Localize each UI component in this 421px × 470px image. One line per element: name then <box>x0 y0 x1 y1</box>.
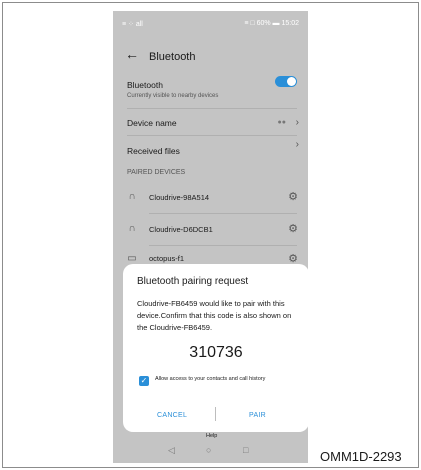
paired-device-row[interactable]: ∩ Cloudrive-98A514 ⚙ <box>113 187 308 213</box>
device-name-row[interactable]: Device name ●● › <box>113 109 308 137</box>
cancel-button[interactable]: CANCEL <box>157 412 187 419</box>
headphones-icon: ∩ <box>128 191 136 202</box>
device-name-value: ●● <box>277 119 286 126</box>
nav-home-icon[interactable]: ○ <box>206 445 211 455</box>
back-arrow-icon[interactable]: ← <box>125 46 139 62</box>
pairing-dialog: Bluetooth pairing request Cloudrive-FB64… <box>123 264 309 432</box>
headphones-icon: ∩ <box>128 223 136 234</box>
pair-button[interactable]: PAIR <box>249 412 266 419</box>
device-name-label: Device name <box>127 118 177 128</box>
bluetooth-toggle[interactable] <box>275 76 297 87</box>
chevron-right-icon: › <box>295 139 299 150</box>
paired-device-name: octopus-f1 <box>149 254 185 263</box>
paired-devices-header: PAIRED DEVICES <box>127 169 186 176</box>
received-files-row[interactable]: Received files › <box>113 137 308 163</box>
toggle-knob <box>287 77 296 86</box>
dialog-title: Bluetooth pairing request <box>137 276 249 287</box>
nav-back-icon[interactable]: ◁ <box>168 445 175 456</box>
bluetooth-sublabel: Currently visible to nearby devices <box>127 93 219 99</box>
divider <box>149 245 297 246</box>
status-bar: ≡ ⁘ all ≡ □ 60% ▬ 15:02 <box>113 11 308 39</box>
figure-code: OMM1D-2293 <box>320 449 402 464</box>
paired-device-row[interactable]: ∩ Cloudrive-D6DCB1 ⚙ <box>113 219 308 245</box>
paired-device-name: Cloudrive-98A514 <box>149 193 210 202</box>
chevron-right-icon: › <box>295 117 299 128</box>
bluetooth-label: Bluetooth <box>127 80 163 90</box>
divider <box>127 135 297 136</box>
divider <box>149 213 297 214</box>
received-files-label: Received files <box>127 146 180 156</box>
pairing-code: 310736 <box>189 344 243 361</box>
gear-icon[interactable]: ⚙ <box>287 223 299 235</box>
contacts-access-label: Allow access to your contacts and call h… <box>155 376 266 382</box>
paired-device-name: Cloudrive-D6DCB1 <box>149 225 213 234</box>
help-label[interactable]: Help <box>206 433 217 439</box>
status-left: ≡ ⁘ all <box>122 21 143 28</box>
contacts-access-checkbox[interactable]: ✓ <box>139 376 149 386</box>
nav-recent-icon[interactable]: □ <box>243 445 248 455</box>
page-title: Bluetooth <box>149 51 196 63</box>
status-right: ≡ □ 60% ▬ 15:02 <box>244 20 299 27</box>
gear-icon[interactable]: ⚙ <box>287 191 299 203</box>
button-divider <box>215 407 216 421</box>
dialog-message: Cloudrive-FB6459 would like to pair with… <box>137 299 292 332</box>
